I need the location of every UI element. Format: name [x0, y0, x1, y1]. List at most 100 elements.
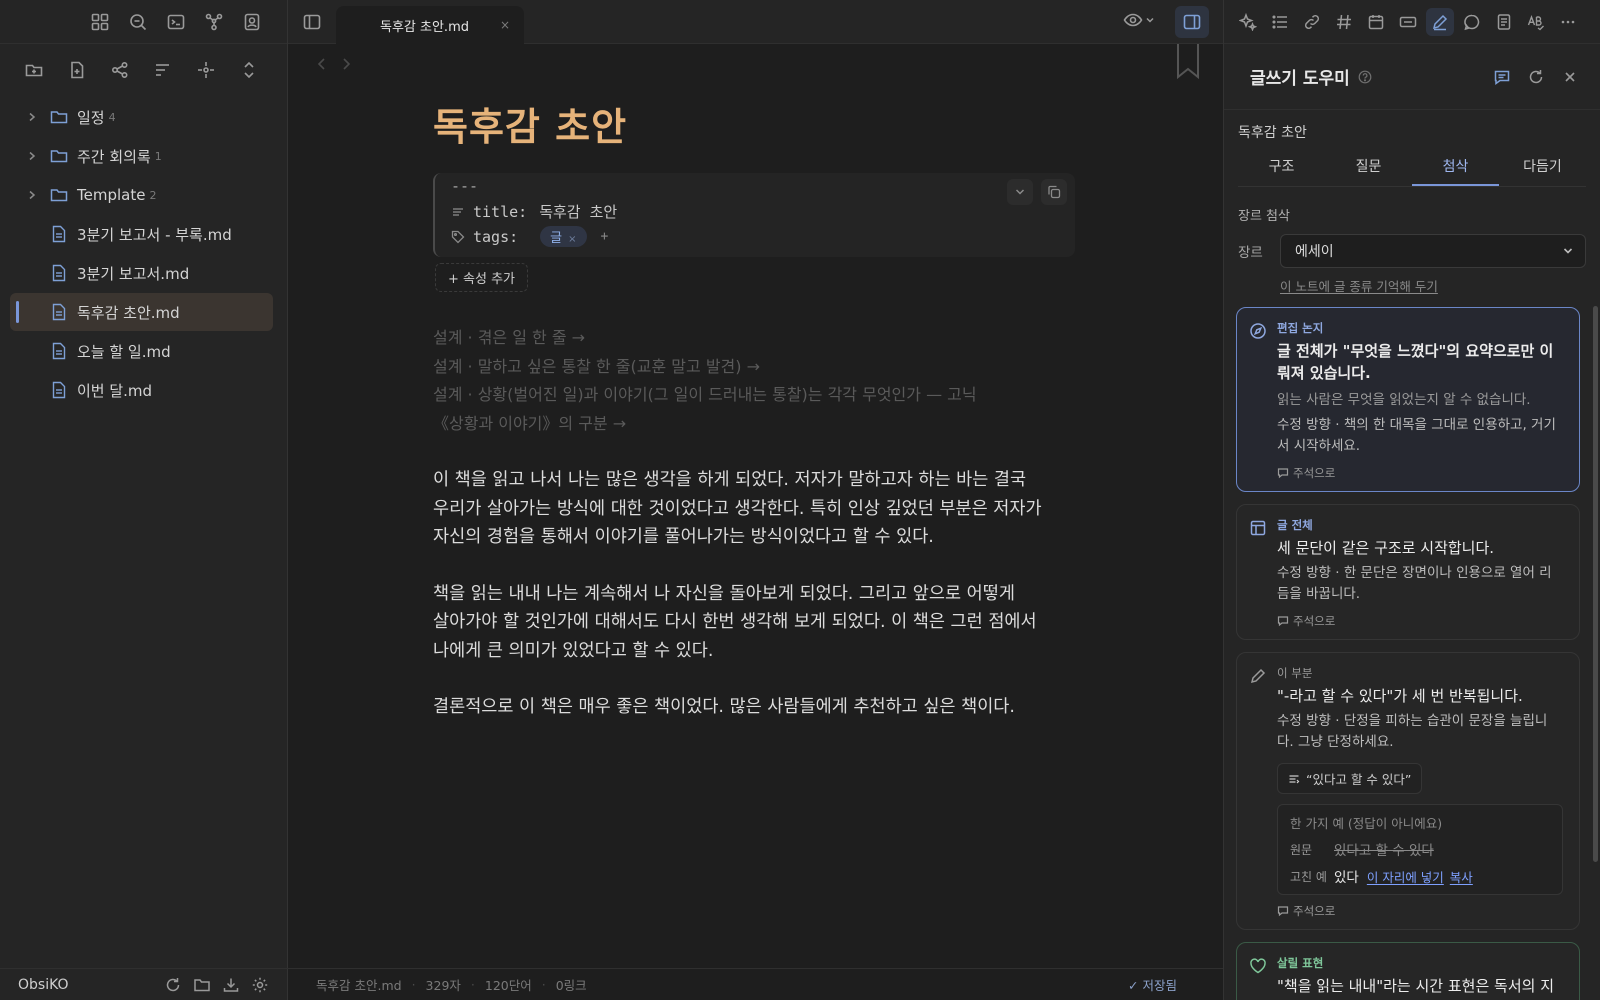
layout-grid-icon[interactable]: [88, 10, 112, 34]
tree-folder-label: 일정: [77, 108, 105, 127]
search-file-icon[interactable]: [126, 10, 150, 34]
outline-line[interactable]: 설계 · 상황(벌어진 일)과 이야기(그 일이 드러내는 통찰)는 각각 무엇…: [433, 381, 1073, 410]
folder-open-icon[interactable]: [192, 975, 212, 995]
comment-icon[interactable]: [1492, 67, 1512, 87]
outline-line[interactable]: 설계 · 겪은 일 한 줄 →: [433, 324, 1073, 353]
tab-polish[interactable]: 다듬기: [1499, 152, 1586, 186]
left-sidebar-toggle-icon[interactable]: [300, 10, 324, 34]
sort-icon[interactable]: [151, 58, 175, 82]
note-icon[interactable]: [1494, 12, 1514, 32]
paragraph[interactable]: 결론적으로 이 책은 매우 좋은 책이었다. 많은 사람들에게 추천하고 싶은 …: [433, 693, 1073, 722]
example-fix-label: 고친 예: [1290, 869, 1327, 884]
tree-file[interactable]: 오늘 할 일.md: [10, 332, 273, 370]
download-icon[interactable]: [221, 975, 241, 995]
outline-line[interactable]: 설계 · 말하고 싶은 통찰 한 줄(교훈 말고 발견) →: [433, 353, 1073, 382]
tab-structure[interactable]: 구조: [1238, 152, 1325, 186]
text-lines-icon: [451, 205, 465, 219]
heart-icon: [1249, 957, 1267, 975]
sync-icon[interactable]: [163, 975, 183, 995]
to-comment-button[interactable]: 주석으로: [1277, 465, 1563, 481]
spellcheck-icon[interactable]: [1526, 12, 1546, 32]
property-value[interactable]: 독후감 초안: [539, 201, 617, 222]
tree-file[interactable]: 3분기 보고서 - 부록.md: [10, 215, 273, 253]
terminal-icon[interactable]: [164, 10, 188, 34]
property-title[interactable]: title: 독후감 초안: [451, 199, 1059, 224]
tree-file[interactable]: 이번 달.md: [10, 371, 273, 409]
feedback-card[interactable]: 이 부분 "-라고 할 수 있다"가 세 번 반복됩니다. 수정 방향 · 단정…: [1236, 652, 1580, 930]
graph-icon[interactable]: [202, 10, 226, 34]
tree-folder-count: 4: [108, 110, 116, 124]
more-icon[interactable]: [1558, 12, 1578, 32]
tab-questions[interactable]: 질문: [1325, 152, 1412, 186]
tree-folder[interactable]: Template 2: [10, 176, 273, 214]
property-key: title:: [473, 202, 528, 221]
settings-gear-icon[interactable]: [250, 975, 270, 995]
new-note-icon[interactable]: [65, 58, 89, 82]
editor-pane: 독후감 초안.md × 독후감 초안 --- title: 독후감 초안 tag…: [288, 0, 1223, 1000]
genre-label: 장르: [1238, 245, 1263, 261]
chat-icon[interactable]: [1462, 12, 1482, 32]
keyboard-icon[interactable]: [1398, 12, 1418, 32]
property-tags[interactable]: tags: 글 × +: [451, 224, 1059, 249]
history-nav: [316, 56, 352, 72]
tag-pill[interactable]: 글 ×: [540, 226, 587, 247]
eye-icon: [1123, 10, 1143, 30]
help-circle-icon[interactable]: [1358, 70, 1372, 84]
reading-view-toggle[interactable]: [1123, 10, 1155, 30]
tree-folder[interactable]: 일정 4: [10, 98, 273, 136]
pencil-icon: [1249, 667, 1267, 685]
close-icon[interactable]: [1560, 67, 1580, 87]
properties-block[interactable]: --- title: 독후감 초안 tags: 글 × +: [433, 173, 1075, 257]
tag-add-button[interactable]: +: [601, 229, 609, 244]
back-arrow-icon[interactable]: [316, 56, 328, 72]
document-body[interactable]: 이 책을 읽고 나서 나는 많은 생각을 하게 되었다. 저자가 말하고자 하는…: [433, 466, 1073, 722]
reveal-active-file-icon[interactable]: [194, 58, 218, 82]
graph-view-icon[interactable]: [108, 58, 132, 82]
genre-select[interactable]: 에세이: [1280, 234, 1586, 268]
paragraph[interactable]: 책을 읽는 내내 나는 계속해서 나 자신을 돌아보게 되었다. 그리고 앞으로…: [433, 580, 1073, 666]
copy-icon[interactable]: [1041, 179, 1067, 205]
hash-icon[interactable]: [1334, 12, 1354, 32]
comment-icon: [1277, 905, 1289, 917]
new-folder-icon[interactable]: [22, 58, 46, 82]
to-comment-label: 주석으로: [1293, 614, 1336, 628]
tag-remove-icon[interactable]: ×: [568, 234, 576, 245]
to-comment-button[interactable]: 주석으로: [1277, 903, 1563, 919]
tab-active-note[interactable]: 독후감 초안.md ×: [336, 6, 524, 44]
copy-link[interactable]: 복사: [1450, 867, 1473, 886]
tree-folder[interactable]: 주간 회의록 1: [10, 137, 273, 175]
calendar-icon[interactable]: [1366, 12, 1386, 32]
paragraph[interactable]: 이 책을 읽고 나서 나는 많은 생각을 하게 되었다. 저자가 말하고자 하는…: [433, 466, 1073, 552]
list-icon[interactable]: [1270, 12, 1290, 32]
collapse-all-icon[interactable]: [237, 58, 261, 82]
tab-feedback[interactable]: 첨삭: [1412, 152, 1499, 186]
refresh-icon[interactable]: [1526, 67, 1546, 87]
link-icon[interactable]: [1302, 12, 1322, 32]
outline-line[interactable]: 《상황과 이야기》의 구분 →: [433, 410, 1073, 439]
vault-name[interactable]: ObsiKO: [18, 977, 154, 993]
remember-genre-link[interactable]: 이 노트에 글 종류 기억해 두기: [1280, 276, 1600, 295]
feedback-card[interactable]: 편집 논지 글 전체가 "무엇을 느꼈다"의 요약으로만 이뤄져 있습니다. 읽…: [1236, 307, 1580, 492]
sparkle-icon[interactable]: [1238, 12, 1258, 32]
tree-file-label: 오늘 할 일.md: [77, 342, 171, 361]
card-headline: "책을 읽는 내내"라는 시간 표현은 독서의 지속을 잘 담았습니다.: [1277, 977, 1555, 1000]
to-comment-button[interactable]: 주석으로: [1277, 613, 1563, 629]
tab-close-icon[interactable]: ×: [500, 18, 510, 32]
page-title[interactable]: 독후감 초안: [433, 96, 1073, 151]
feedback-card[interactable]: 살릴 표현 "책을 읽는 내내"라는 시간 표현은 독서의 지속을 잘 담았습니…: [1236, 942, 1580, 1000]
bookmark-icon[interactable]: [1175, 44, 1201, 80]
tree-file[interactable]: 3분기 보고서.md: [10, 254, 273, 292]
status-bar: 독후감 초안.md · 329자 · 120단어 · 0링크 ✓ 저장됨: [288, 968, 1223, 1000]
add-property-button[interactable]: + 속성 추가: [435, 263, 528, 292]
tree-file-active[interactable]: 독후감 초안.md: [10, 293, 273, 331]
right-sidebar-toggle-icon[interactable]: [1175, 6, 1209, 38]
pen-icon[interactable]: [1426, 7, 1454, 36]
example-original-label: 원문: [1290, 842, 1313, 857]
contact-icon[interactable]: [240, 10, 264, 34]
chevron-down-icon[interactable]: [1007, 179, 1033, 205]
feedback-card[interactable]: 글 전체 세 문단이 같은 구조로 시작합니다. 수정 방향 · 한 문단은 장…: [1236, 504, 1580, 640]
find-occurrence-button[interactable]: “있다고 할 수 있다”: [1277, 763, 1423, 794]
insert-here-link[interactable]: 이 자리에 넣기: [1367, 867, 1444, 886]
scrollbar-thumb[interactable]: [1593, 306, 1598, 862]
forward-arrow-icon[interactable]: [340, 56, 352, 72]
